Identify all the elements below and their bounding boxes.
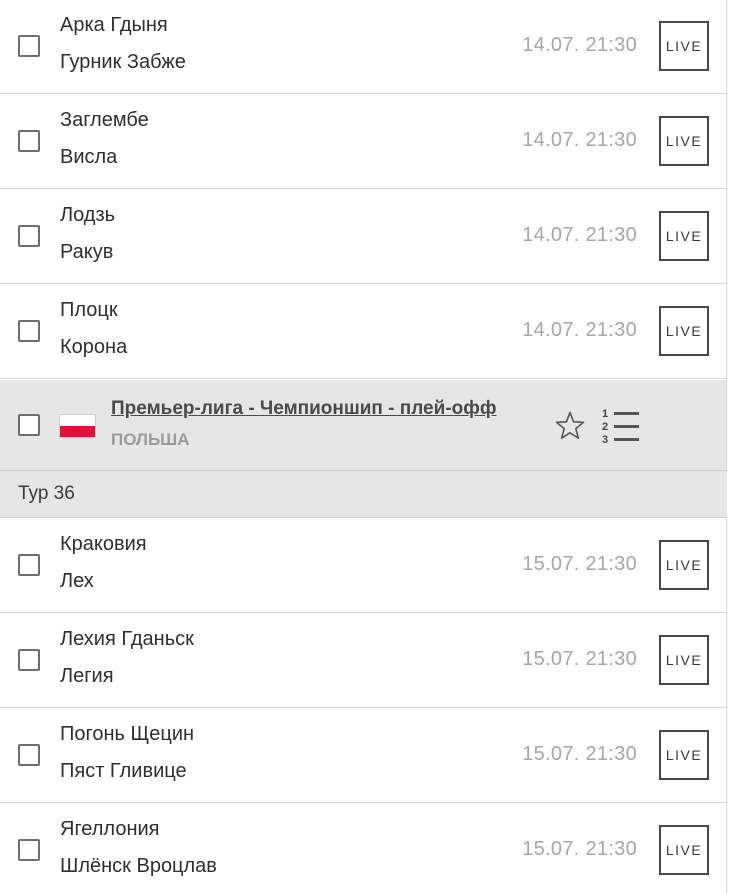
- flag-white-stripe: [60, 415, 95, 426]
- match-checkbox[interactable]: [18, 225, 40, 247]
- match-time: 15.07. 21:30: [522, 648, 637, 670]
- away-team: Ракув: [60, 241, 114, 263]
- match-time: 14.07. 21:30: [522, 129, 637, 151]
- home-team: Лодзь: [60, 204, 116, 226]
- live-button[interactable]: LIVE: [659, 306, 709, 356]
- away-team: Лех: [60, 570, 94, 592]
- standings-list-icon[interactable]: 1 2 3: [601, 406, 641, 446]
- match-checkbox[interactable]: [18, 320, 40, 342]
- match-time: 14.07. 21:30: [522, 224, 637, 246]
- home-team: Плоцк: [60, 299, 118, 321]
- match-row[interactable]: Лехия Гданьск Легия 15.07. 21:30 LIVE: [0, 614, 727, 708]
- live-button[interactable]: LIVE: [659, 540, 709, 590]
- live-button[interactable]: LIVE: [659, 211, 709, 261]
- standings-number-2: 2: [602, 421, 608, 433]
- match-row[interactable]: Плоцк Корона 14.07. 21:30 LIVE: [0, 285, 727, 379]
- league-country: ПОЛЬША: [111, 430, 190, 449]
- match-checkbox[interactable]: [18, 744, 40, 766]
- home-team: Краковия: [60, 533, 147, 555]
- match-time: 14.07. 21:30: [522, 319, 637, 341]
- match-time: 15.07. 21:30: [522, 553, 637, 575]
- match-row[interactable]: Лодзь Ракув 14.07. 21:30 LIVE: [0, 190, 727, 284]
- away-team: Пяст Гливице: [60, 760, 187, 782]
- round-header: Тур 36: [0, 471, 727, 518]
- match-time: 15.07. 21:30: [522, 838, 637, 860]
- away-team: Висла: [60, 146, 118, 168]
- match-time: 14.07. 21:30: [522, 34, 637, 56]
- match-row[interactable]: Заглембе Висла 14.07. 21:30 LIVE: [0, 95, 727, 189]
- round-label: Тур 36: [18, 483, 75, 504]
- league-checkbox[interactable]: [18, 414, 40, 436]
- away-team: Корона: [60, 336, 128, 358]
- home-team: Лехия Гданьск: [60, 628, 194, 650]
- match-row[interactable]: Арка Гдыня Гурник Забже 14.07. 21:30 LIV…: [0, 0, 727, 94]
- live-button[interactable]: LIVE: [659, 635, 709, 685]
- match-time: 15.07. 21:30: [522, 743, 637, 765]
- match-checkbox[interactable]: [18, 130, 40, 152]
- away-team: Легия: [60, 665, 114, 687]
- league-name-link[interactable]: Премьер-лига - Чемпионшип - плей-офф: [111, 398, 497, 420]
- standings-number-3: 3: [602, 434, 608, 446]
- poland-flag-icon: [60, 415, 95, 437]
- home-team: Погонь Щецин: [60, 723, 195, 745]
- live-button[interactable]: LIVE: [659, 825, 709, 875]
- away-team: Шлёнск Вроцлав: [60, 855, 217, 877]
- star-outline-icon[interactable]: [554, 410, 586, 442]
- live-button[interactable]: LIVE: [659, 116, 709, 166]
- league-header: Премьер-лига - Чемпионшип - плей-офф ПОЛ…: [0, 380, 727, 471]
- match-row[interactable]: Погонь Щецин Пяст Гливице 15.07. 21:30 L…: [0, 709, 727, 803]
- match-row[interactable]: Краковия Лех 15.07. 21:30 LIVE: [0, 519, 727, 613]
- away-team: Гурник Забже: [60, 51, 186, 73]
- home-team: Заглембе: [60, 109, 149, 131]
- match-row[interactable]: Ягеллония Шлёнск Вроцлав 15.07. 21:30 LI…: [0, 804, 727, 893]
- match-checkbox[interactable]: [18, 35, 40, 57]
- home-team: Арка Гдыня: [60, 14, 168, 36]
- standings-number-1: 1: [602, 408, 608, 420]
- match-checkbox[interactable]: [18, 554, 40, 576]
- match-checkbox[interactable]: [18, 649, 40, 671]
- live-button[interactable]: LIVE: [659, 730, 709, 780]
- match-checkbox[interactable]: [18, 839, 40, 861]
- flag-red-stripe: [60, 426, 95, 437]
- live-button[interactable]: LIVE: [659, 21, 709, 71]
- home-team: Ягеллония: [60, 818, 160, 840]
